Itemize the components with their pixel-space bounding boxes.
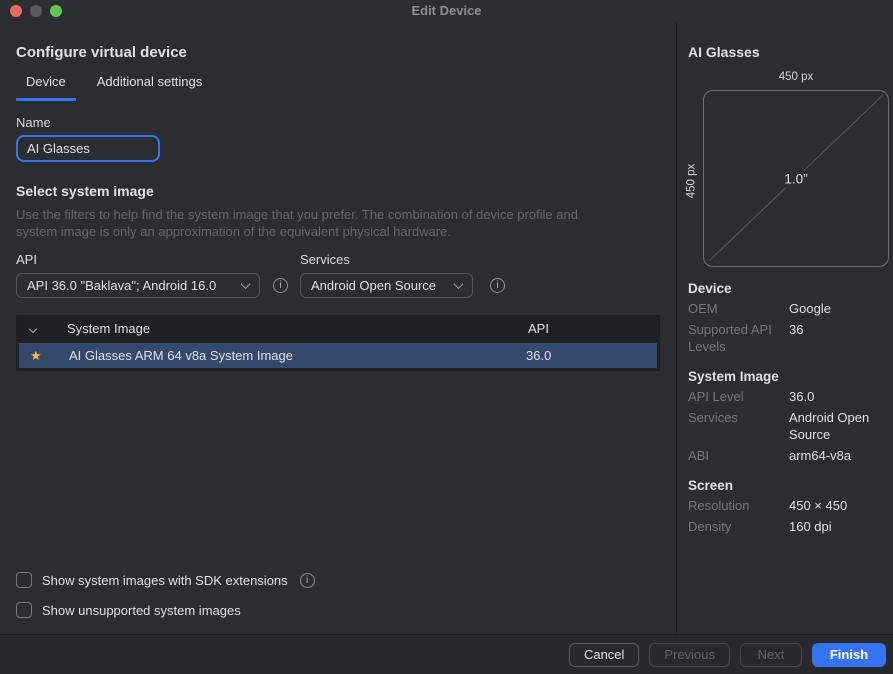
system-image-name: AI Glasses ARM 64 v8a System Image	[69, 348, 526, 363]
api-dropdown-value: API 36.0 "Baklava"; Android 16.0	[27, 278, 216, 293]
filter-row: API API 36.0 "Baklava"; Android 16.0 i S…	[16, 252, 660, 298]
section-title-device: Device	[688, 281, 885, 296]
system-image-description: Use the filters to help find the system …	[16, 206, 656, 240]
spec-row-abi: ABI arm64-v8a	[688, 447, 885, 464]
table-body: ★ AI Glasses ARM 64 v8a System Image 36.…	[17, 341, 659, 370]
chevron-down-icon	[454, 279, 464, 289]
device-preview-pane: AI Glasses 450 px 450 px 1.0” Device OEM…	[676, 22, 893, 634]
checkbox-icon	[16, 572, 32, 588]
checkbox-sdk-extensions[interactable]: Show system images with SDK extensions i	[16, 572, 315, 588]
device-name-input[interactable]	[16, 135, 160, 162]
api-info-icon[interactable]: i	[273, 278, 288, 293]
spec-label: Supported API Levels	[688, 321, 789, 355]
cancel-button[interactable]: Cancel	[569, 643, 639, 667]
column-header-api[interactable]: API	[528, 321, 659, 336]
section-title-screen: Screen	[688, 478, 885, 493]
spec-row-api-level: API Level 36.0	[688, 388, 885, 405]
spec-value: 36.0	[789, 388, 885, 405]
services-filter: Services Android Open Source	[300, 252, 473, 298]
configure-pane: Configure virtual device Device Addition…	[0, 22, 676, 634]
star-icon: ★	[30, 349, 42, 362]
spec-label: Resolution	[688, 497, 789, 514]
sort-chevron-icon	[29, 324, 37, 332]
spec-label: OEM	[688, 300, 789, 317]
chevron-down-icon	[241, 279, 251, 289]
tab-additional-settings[interactable]: Additional settings	[87, 74, 213, 101]
screen-diagonal-size: 1.0”	[779, 170, 812, 187]
screen-outline: 1.0”	[703, 90, 889, 267]
spec-value: 36	[789, 321, 885, 355]
services-info-icon[interactable]: i	[490, 278, 505, 293]
api-label: API	[16, 252, 260, 267]
previous-button[interactable]: Previous	[649, 643, 730, 667]
spec-row-supported-api: Supported API Levels 36	[688, 321, 885, 355]
spec-row-resolution: Resolution 450 × 450	[688, 497, 885, 514]
titlebar: Edit Device	[0, 0, 893, 22]
spec-value: 160 dpi	[789, 518, 885, 535]
description-line-1: Use the filters to help find the system …	[16, 206, 656, 223]
screen-width-label: 450 px	[703, 71, 889, 83]
name-label: Name	[16, 115, 660, 130]
select-system-image-heading: Select system image	[16, 183, 660, 199]
system-image-api: 36.0	[526, 348, 657, 363]
section-title-system-image: System Image	[688, 369, 885, 384]
system-image-table: System Image API ★ AI Glasses ARM 64 v8a…	[16, 315, 660, 371]
sort-column-header[interactable]	[17, 326, 67, 332]
table-header: System Image API	[17, 316, 659, 341]
spec-label: Services	[688, 409, 789, 443]
spec-value: arm64-v8a	[789, 447, 885, 464]
dialog-footer: Cancel Previous Next Finish	[0, 634, 893, 674]
preview-device-name: AI Glasses	[688, 44, 885, 60]
services-info-slot: i	[490, 273, 505, 298]
page-title: Configure virtual device	[16, 44, 660, 61]
checkbox-icon	[16, 602, 32, 618]
checkbox-block: Show system images with SDK extensions i…	[16, 572, 315, 618]
api-filter: API API 36.0 "Baklava"; Android 16.0	[16, 252, 260, 298]
finish-button[interactable]: Finish	[812, 643, 886, 667]
checkbox-label: Show unsupported system images	[42, 603, 241, 618]
description-line-2: system image is only an approximation of…	[16, 223, 656, 240]
spec-row-oem: OEM Google	[688, 300, 885, 317]
spec-value: 450 × 450	[789, 497, 885, 514]
services-dropdown[interactable]: Android Open Source	[300, 273, 473, 298]
star-cell[interactable]: ★	[19, 349, 69, 362]
column-header-system-image[interactable]: System Image	[67, 321, 528, 336]
checkbox-unsupported-images[interactable]: Show unsupported system images	[16, 602, 315, 618]
spec-label: ABI	[688, 447, 789, 464]
api-info-slot: i	[273, 273, 288, 298]
spec-label: Density	[688, 518, 789, 535]
spec-row-density: Density 160 dpi	[688, 518, 885, 535]
spec-value: Android Open Source	[789, 409, 885, 443]
spec-value: Google	[789, 300, 885, 317]
sdk-extensions-info-icon[interactable]: i	[300, 573, 315, 588]
tab-device[interactable]: Device	[16, 74, 76, 101]
next-button[interactable]: Next	[740, 643, 802, 667]
checkbox-label: Show system images with SDK extensions	[42, 573, 288, 588]
spec-row-services: Services Android Open Source	[688, 409, 885, 443]
window-title: Edit Device	[0, 3, 893, 18]
tab-bar: Device Additional settings	[16, 74, 660, 101]
services-label: Services	[300, 252, 473, 267]
spec-label: API Level	[688, 388, 789, 405]
services-dropdown-value: Android Open Source	[311, 278, 436, 293]
table-row[interactable]: ★ AI Glasses ARM 64 v8a System Image 36.…	[19, 343, 657, 368]
screen-diagram: 450 px 450 px 1.0”	[688, 71, 885, 267]
api-dropdown[interactable]: API 36.0 "Baklava"; Android 16.0	[16, 273, 260, 298]
screen-height-label: 450 px	[685, 164, 697, 199]
